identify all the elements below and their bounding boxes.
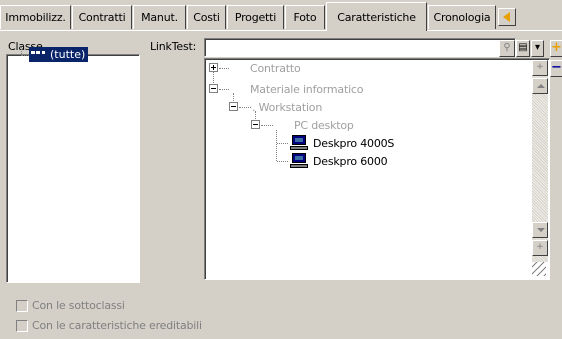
tree-node-pc-desktop[interactable]: PC desktop	[294, 119, 354, 132]
tab-caratteristiche[interactable]: Caratteristiche	[326, 2, 427, 31]
tree-connector	[219, 68, 229, 69]
arrow-down-icon	[537, 228, 545, 232]
tab-progetti[interactable]: Progetti	[227, 5, 284, 29]
subclasses-checkbox[interactable]	[16, 300, 28, 312]
subclasses-label: Con le sottoclassi	[32, 299, 125, 312]
magnifier-icon: ⚲	[503, 42, 511, 53]
add-side-button[interactable]: +	[550, 40, 562, 57]
tab-immobilizzazioni[interactable]: Immobilizz.	[0, 5, 71, 29]
tab-foto[interactable]: Foto	[285, 5, 325, 29]
tab-costi[interactable]: Costi	[187, 5, 226, 29]
scroll-add-button[interactable]: +	[532, 60, 548, 76]
linktest-label: LinkTest:	[150, 40, 197, 53]
scroll-up-button[interactable]	[532, 78, 548, 94]
tab-label: Contratti	[78, 11, 126, 24]
computer-icon	[290, 153, 308, 169]
tree-node-contratto[interactable]: Contratto	[250, 62, 301, 75]
tab-contratti[interactable]: Contratti	[72, 5, 132, 29]
plus-icon: +	[536, 62, 544, 72]
collapse-minus-icon[interactable]	[209, 84, 218, 93]
list-icon: ▤	[518, 42, 528, 53]
linktest-input[interactable]	[204, 38, 516, 57]
tab-cronologia[interactable]: Cronologia	[428, 5, 496, 29]
tree-connector	[21, 55, 29, 56]
tree-node-deskpro-4000s[interactable]: Deskpro 4000S	[313, 137, 394, 150]
tree-node-workstation[interactable]: . Workstation	[252, 101, 322, 114]
minus-icon: −	[551, 60, 562, 75]
tab-manutenzione[interactable]: Manut.	[133, 5, 186, 29]
tree-connector	[276, 130, 277, 161]
folder-class-icon	[31, 50, 46, 59]
arrow-left-icon	[503, 12, 510, 22]
computer-icon	[290, 135, 308, 151]
tab-label: Progetti	[234, 11, 277, 24]
tree-connector	[239, 107, 251, 108]
resize-grip[interactable]	[532, 262, 546, 276]
tree-node-materiale-informatico[interactable]: Materiale informatico	[250, 83, 364, 96]
inherited-checkbox[interactable]	[16, 320, 28, 332]
class-list[interactable]	[6, 54, 140, 283]
tab-bar: Immobilizz. Contratti Manut. Costi Proge…	[0, 0, 562, 31]
plus-icon: +	[536, 242, 544, 252]
plus-icon: +	[551, 40, 562, 55]
tab-label: Immobilizz.	[5, 11, 66, 24]
search-button[interactable]: ⚲	[499, 40, 515, 57]
class-item-label: (tutte)	[50, 48, 86, 61]
tree-connector	[21, 47, 22, 56]
list-view-button[interactable]: ▤	[516, 40, 530, 57]
remove-side-button[interactable]: −	[550, 60, 562, 77]
tab-scroll-left-button[interactable]	[498, 8, 516, 26]
tree-connector	[261, 125, 273, 126]
tab-panel-edge	[0, 30, 562, 31]
tree-connector	[277, 143, 288, 144]
tab-label: Cronologia	[433, 11, 491, 24]
tab-label: Costi	[193, 11, 220, 24]
tree-connector	[219, 89, 229, 90]
inherited-label: Con le caratteristiche ereditabili	[32, 319, 202, 332]
scroll-down-button[interactable]	[532, 222, 548, 238]
arrow-up-icon	[537, 84, 545, 88]
tab-label: Foto	[293, 11, 317, 24]
dropdown-button[interactable]: ▾	[531, 40, 544, 57]
scroll-expand-button[interactable]: +	[532, 240, 548, 256]
class-item-all[interactable]: (tutte)	[29, 47, 89, 62]
tab-label: Manut.	[141, 11, 178, 24]
chevron-down-icon: ▾	[534, 42, 541, 53]
expand-plus-icon[interactable]	[209, 63, 218, 72]
tree-node-deskpro-6000[interactable]: Deskpro 6000	[313, 155, 388, 168]
collapse-minus-icon[interactable]	[229, 102, 238, 111]
tab-label: Caratteristiche	[337, 10, 416, 24]
tree-connector	[277, 161, 288, 162]
collapse-minus-icon[interactable]	[251, 120, 260, 129]
